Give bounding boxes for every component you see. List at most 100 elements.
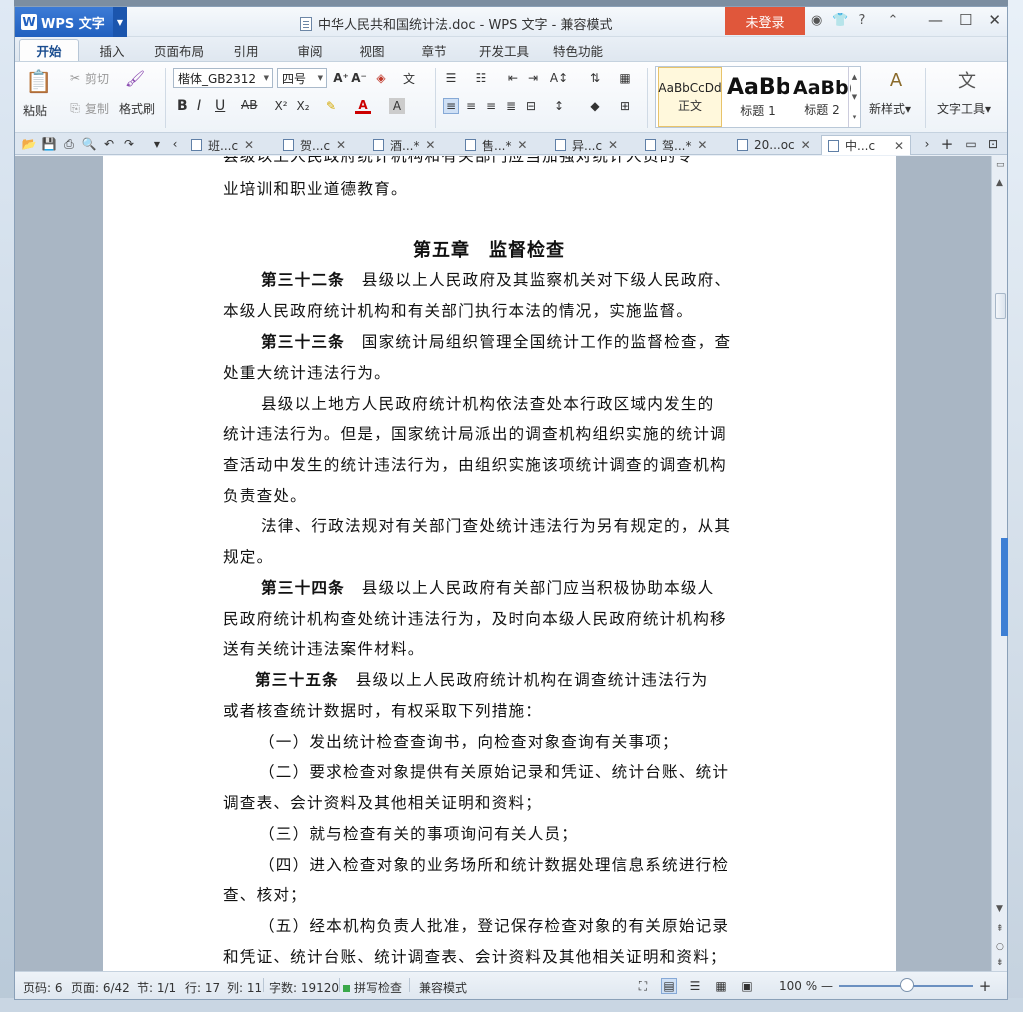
tab-insert[interactable]: 插入 — [87, 39, 137, 61]
save-icon[interactable]: 💾 — [41, 136, 57, 152]
format-painter-button[interactable]: 格式刷 — [119, 100, 155, 117]
quick-access-dropdown-icon[interactable]: ▼ — [149, 136, 165, 152]
scroll-thumb[interactable] — [995, 293, 1006, 319]
scroll-down-icon[interactable]: ▼ — [996, 904, 1003, 914]
close-icon[interactable]: ✕ — [894, 139, 904, 153]
font-name-select[interactable]: 楷体_GB2312 ▼ — [173, 68, 273, 88]
style-normal[interactable]: AaBbCcDd 正文 — [658, 67, 722, 127]
skin-icon[interactable]: ◉ — [811, 13, 822, 28]
paste-icon[interactable]: 📋 — [25, 68, 53, 96]
tab-features[interactable]: 特色功能 — [545, 39, 611, 61]
next-page-icon[interactable]: ⇟ — [996, 958, 1004, 968]
outline-view-icon[interactable]: ☰ — [687, 978, 703, 994]
zoom-out-icon[interactable]: — — [819, 978, 835, 994]
doc-tab[interactable]: 异...c ✕ — [555, 135, 618, 155]
doc-tab-active[interactable]: 中...c ✕ — [821, 135, 911, 155]
close-icon[interactable]: ✕ — [517, 138, 527, 152]
split-icon[interactable]: ▭ — [996, 160, 1005, 170]
shirt-icon[interactable]: 👕 — [832, 13, 848, 28]
copy-icon[interactable]: ⎘ — [67, 100, 83, 116]
zoom-level[interactable]: 100 % — [779, 979, 817, 993]
close-icon[interactable]: ✕ — [801, 138, 811, 152]
font-color-icon[interactable]: A — [355, 98, 371, 114]
collapse-ribbon-icon[interactable]: ⌃ — [887, 13, 898, 28]
grow-font-icon[interactable]: A⁺ — [333, 70, 349, 86]
italic-button[interactable]: I — [197, 98, 201, 114]
tab-developer[interactable]: 开发工具 — [471, 39, 537, 61]
login-button[interactable]: 未登录 — [725, 7, 805, 35]
print-icon[interactable]: ⎙ — [61, 136, 77, 152]
phonetic-icon[interactable]: 文 — [401, 70, 417, 86]
table-icon[interactable]: ▦ — [617, 70, 633, 86]
new-style-button[interactable]: 新样式 ▾ — [869, 100, 911, 117]
new-tab-icon[interactable]: + — [939, 135, 955, 153]
underline-button[interactable]: U — [215, 98, 225, 114]
highlight-icon[interactable]: ✎ — [323, 98, 339, 114]
paragraph-shading-icon[interactable]: ◆ — [587, 98, 603, 114]
format-painter-icon[interactable]: 🖌 — [125, 69, 145, 88]
text-tools-button[interactable]: 文字工具 ▾ — [937, 100, 991, 117]
tab-list-icon[interactable]: ▭ — [963, 136, 979, 152]
bold-button[interactable]: B — [177, 98, 188, 114]
previous-page-icon[interactable]: ⇞ — [996, 924, 1004, 934]
minimize-icon[interactable]: — — [928, 11, 943, 29]
close-icon[interactable]: ✕ — [244, 138, 254, 152]
increase-indent-icon[interactable]: ⇥ — [525, 70, 541, 86]
tab-chapter[interactable]: 章节 — [409, 39, 459, 61]
scroll-up-icon[interactable]: ▲ — [996, 178, 1003, 188]
close-icon[interactable]: ✕ — [697, 138, 707, 152]
copy-button[interactable]: 复制 — [85, 100, 109, 117]
chevron-down-icon[interactable]: ▼ — [113, 7, 127, 37]
tab-menu-icon[interactable]: ⊡ — [985, 136, 1001, 152]
doc-tab[interactable]: 售...* ✕ — [465, 135, 527, 155]
char-shading-icon[interactable]: A — [389, 98, 405, 114]
compat-mode[interactable]: 兼容模式 — [419, 979, 467, 996]
open-folder-icon[interactable]: 📂 — [21, 136, 37, 152]
font-size-select[interactable]: 四号 ▼ — [277, 68, 327, 88]
row-indicator[interactable]: 行: 17 — [185, 979, 220, 996]
read-mode-icon[interactable]: ▣ — [739, 978, 755, 994]
close-icon[interactable]: ✕ — [988, 11, 1001, 29]
column-indicator[interactable]: 列: 11 — [227, 979, 262, 996]
tab-view[interactable]: 视图 — [347, 39, 397, 61]
section-indicator[interactable]: 节: 1/1 — [137, 979, 176, 996]
style-heading-2[interactable]: AaBb( 标题 2 — [792, 67, 852, 127]
document-page[interactable]: 县级以上人民政府统计机构和有关部门应当加强对统计人员的专 业培训和职业道德教育。… — [103, 156, 896, 972]
shrink-font-icon[interactable]: A⁻ — [351, 70, 367, 86]
strikethrough-button[interactable]: AB — [241, 98, 257, 112]
text-direction-icon[interactable]: A↕ — [550, 70, 568, 86]
close-icon[interactable]: ✕ — [425, 138, 435, 152]
style-heading-1[interactable]: AaBb 标题 1 — [726, 67, 790, 127]
doc-tab[interactable]: 贺...c ✕ — [283, 135, 346, 155]
style-gallery-scroll[interactable]: ▲ ▼ ▾ — [848, 67, 860, 127]
decrease-indent-icon[interactable]: ⇤ — [505, 70, 521, 86]
align-center-icon[interactable]: ≡ — [463, 98, 479, 114]
help-icon[interactable]: ? — [859, 13, 866, 28]
text-tools-icon[interactable]: 文 — [955, 68, 979, 92]
spell-check[interactable]: 拼写检查 — [343, 979, 402, 996]
close-icon[interactable]: ✕ — [336, 138, 346, 152]
bullets-icon[interactable]: ☰ — [443, 70, 459, 86]
align-right-icon[interactable]: ≡ — [483, 98, 499, 114]
close-icon[interactable]: ✕ — [608, 138, 618, 152]
app-menu-button[interactable]: W WPS 文字 ▼ — [15, 7, 127, 37]
fullscreen-icon[interactable]: ⛶ — [635, 978, 651, 994]
doc-tab[interactable]: 班...c ✕ — [191, 135, 254, 155]
doc-tab[interactable]: 20...oc ✕ — [737, 135, 811, 155]
cut-button[interactable]: 剪切 — [85, 70, 109, 87]
page-code[interactable]: 页码: 6 — [23, 979, 63, 996]
page-count[interactable]: 页面: 6/42 — [71, 979, 130, 996]
tab-scroll-right-icon[interactable]: › — [919, 136, 935, 152]
subscript-icon[interactable]: X₂ — [295, 98, 311, 114]
justify-icon[interactable]: ≣ — [503, 98, 519, 114]
paste-button[interactable]: 粘贴 — [23, 102, 47, 119]
zoom-in-icon[interactable]: + — [977, 977, 993, 995]
line-spacing-icon[interactable]: ↕ — [551, 98, 567, 114]
side-panel-toggle[interactable] — [1001, 538, 1008, 636]
select-browse-icon[interactable]: ○ — [996, 942, 1004, 952]
print-preview-icon[interactable]: 🔍 — [81, 136, 97, 152]
redo-icon[interactable]: ↷ — [121, 136, 137, 152]
tab-scroll-left-icon[interactable]: ‹ — [167, 136, 183, 152]
clear-format-icon[interactable]: ◈ — [373, 70, 389, 86]
tab-page-layout[interactable]: 页面布局 — [145, 39, 213, 61]
